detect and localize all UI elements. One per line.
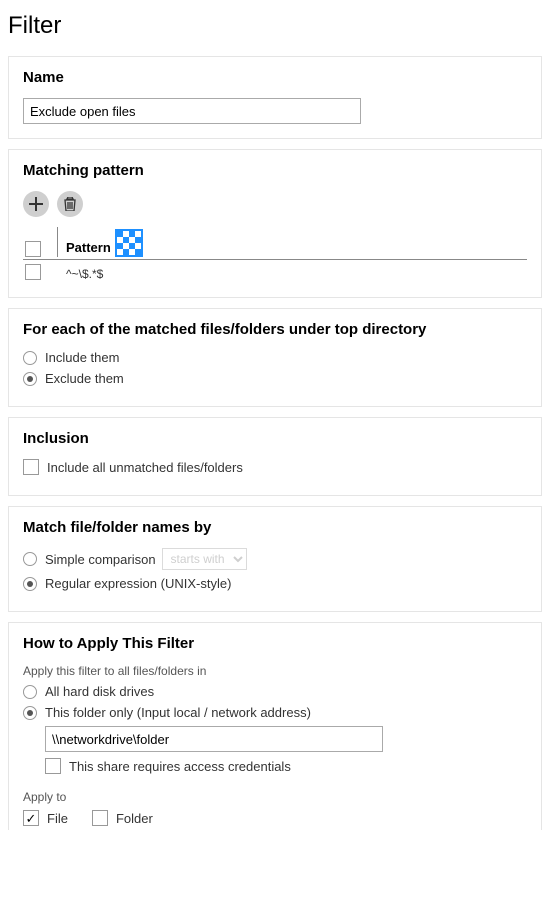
apply-to-prompt: Apply to [23, 790, 527, 804]
all-drives-radio[interactable] [23, 685, 37, 699]
include-them-radio[interactable] [23, 351, 37, 365]
apply-scope-prompt: Apply this filter to all files/folders i… [23, 664, 527, 678]
match-by-title: Match file/folder names by [23, 519, 527, 536]
plus-icon [29, 197, 43, 211]
all-drives-option[interactable]: All hard disk drives [23, 684, 527, 699]
folder-path-input[interactable] [45, 726, 383, 752]
all-drives-label: All hard disk drives [45, 684, 154, 699]
credentials-checkbox[interactable] [45, 758, 61, 774]
match-by-panel: Match file/folder names by Simple compar… [8, 506, 542, 612]
include-them-label: Include them [45, 350, 119, 365]
name-input[interactable] [23, 98, 361, 124]
inclusion-panel: Inclusion Include all unmatched files/fo… [8, 417, 542, 496]
page-title: Filter [8, 12, 542, 40]
include-unmatched-option[interactable]: Include all unmatched files/folders [23, 459, 527, 475]
credentials-label: This share requires access credentials [69, 759, 291, 774]
pattern-row[interactable]: ^~\$.*$ [23, 260, 527, 283]
matched-action-title: For each of the matched files/folders un… [23, 321, 527, 338]
delete-pattern-button[interactable] [57, 191, 83, 217]
apply-to-file-checkbox[interactable]: ✓ [23, 810, 39, 826]
exclude-them-radio[interactable] [23, 372, 37, 386]
exclude-them-label: Exclude them [45, 371, 124, 386]
include-them-option[interactable]: Include them [23, 350, 527, 365]
exclude-them-option[interactable]: Exclude them [23, 371, 527, 386]
column-separator [57, 227, 58, 257]
matching-pattern-title: Matching pattern [23, 162, 527, 179]
credentials-option[interactable]: This share requires access credentials [45, 758, 527, 774]
simple-comparison-select: starts with [162, 548, 247, 570]
trash-icon [63, 197, 77, 211]
this-folder-radio[interactable] [23, 706, 37, 720]
matched-action-panel: For each of the matched files/folders un… [8, 308, 542, 407]
simple-comparison-label: Simple comparison [45, 552, 156, 567]
pattern-color-swatch[interactable] [115, 229, 143, 257]
add-pattern-button[interactable] [23, 191, 49, 217]
name-panel-title: Name [23, 69, 527, 86]
pattern-column-header[interactable]: Pattern [66, 240, 111, 257]
inclusion-title: Inclusion [23, 430, 527, 447]
matching-pattern-panel: Matching pattern Pattern ^~\$.*$ [8, 149, 542, 298]
this-folder-label: This folder only (Input local / network … [45, 705, 311, 720]
simple-comparison-option[interactable]: Simple comparison starts with [23, 548, 527, 570]
pattern-select-all-checkbox[interactable] [25, 241, 41, 257]
apply-to-file-label: File [47, 811, 68, 826]
regex-radio[interactable] [23, 577, 37, 591]
name-panel: Name [8, 56, 542, 139]
regex-option[interactable]: Regular expression (UNIX-style) [23, 576, 527, 591]
apply-title: How to Apply This Filter [23, 635, 527, 652]
pattern-row-checkbox[interactable] [25, 264, 41, 280]
pattern-cell[interactable]: ^~\$.*$ [66, 267, 103, 281]
pattern-table-header: Pattern [23, 227, 527, 260]
regex-label: Regular expression (UNIX-style) [45, 576, 231, 591]
apply-to-folder-checkbox[interactable] [92, 810, 108, 826]
apply-to-folder-label: Folder [116, 811, 153, 826]
include-unmatched-checkbox[interactable] [23, 459, 39, 475]
simple-comparison-radio[interactable] [23, 552, 37, 566]
apply-panel: How to Apply This Filter Apply this filt… [8, 622, 542, 830]
this-folder-option[interactable]: This folder only (Input local / network … [23, 705, 527, 720]
include-unmatched-label: Include all unmatched files/folders [47, 460, 243, 475]
